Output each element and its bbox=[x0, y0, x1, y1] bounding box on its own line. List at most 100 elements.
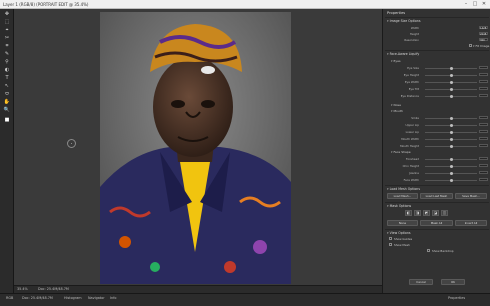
lasso-tool-icon[interactable]: ⌖ bbox=[3, 27, 11, 34]
slider-row[interactable]: Forehead bbox=[385, 157, 489, 161]
slider-row[interactable]: Eye Height bbox=[385, 73, 489, 77]
slider-knob[interactable] bbox=[449, 124, 453, 127]
width-row[interactable]: Width 1428 bbox=[385, 26, 489, 30]
slider-track[interactable] bbox=[425, 74, 477, 77]
mask-all-button[interactable]: Mask All bbox=[420, 220, 453, 226]
nose-group[interactable]: Nose bbox=[391, 103, 401, 107]
move-tool-icon[interactable]: ✥ bbox=[3, 11, 11, 18]
slider-row[interactable]: Upper Lip bbox=[385, 123, 489, 127]
close-button[interactable]: ✕ bbox=[480, 1, 488, 8]
slider-value-field[interactable] bbox=[479, 137, 488, 140]
minimize-button[interactable]: – bbox=[462, 1, 470, 8]
slider-row[interactable]: Mouth Height bbox=[385, 144, 489, 148]
slider-value-field[interactable] bbox=[479, 116, 488, 119]
document-canvas[interactable] bbox=[14, 9, 382, 285]
load-mesh-button[interactable]: Load Mesh... bbox=[387, 193, 418, 199]
mask-intersect-icon[interactable]: ◪ bbox=[432, 210, 439, 216]
slider-value-field[interactable] bbox=[479, 130, 488, 133]
slider-value-field[interactable] bbox=[479, 73, 488, 76]
section-load-mesh[interactable]: Load Mesh Options bbox=[387, 187, 420, 191]
height-row[interactable]: Height 2048 bbox=[385, 32, 489, 36]
slider-knob[interactable] bbox=[449, 138, 453, 141]
slider-value-field[interactable] bbox=[479, 66, 488, 69]
section-image-size[interactable]: Image Size Options bbox=[387, 19, 421, 23]
brush-tool-icon[interactable]: ✎ bbox=[3, 51, 11, 58]
slider-knob[interactable] bbox=[449, 158, 453, 161]
slider-knob[interactable] bbox=[449, 81, 453, 84]
slider-row[interactable]: Eye Tilt bbox=[385, 87, 489, 91]
status-navigator[interactable]: Navigator bbox=[88, 296, 105, 300]
slider-row[interactable]: Eye Distance bbox=[385, 94, 489, 98]
slider-value-field[interactable] bbox=[479, 178, 488, 181]
dodge-tool-icon[interactable]: ◐ bbox=[3, 67, 11, 74]
slider-track[interactable] bbox=[425, 179, 477, 182]
show-guides-checkbox[interactable] bbox=[389, 237, 392, 240]
color-swatch-icon[interactable]: ■ bbox=[3, 117, 11, 124]
type-tool-icon[interactable]: T bbox=[3, 75, 11, 82]
eyes-group[interactable]: Eyes bbox=[391, 59, 400, 63]
slider-track[interactable] bbox=[425, 81, 477, 84]
slider-row[interactable]: Chin Height bbox=[385, 164, 489, 168]
slider-knob[interactable] bbox=[449, 67, 453, 70]
mask-subtract-icon[interactable]: ◩ bbox=[423, 210, 430, 216]
mask-none-button[interactable]: None bbox=[387, 220, 418, 226]
slider-knob[interactable] bbox=[449, 117, 453, 120]
slider-knob[interactable] bbox=[449, 95, 453, 98]
slider-value-field[interactable] bbox=[479, 171, 488, 174]
status-histogram[interactable]: Histogram bbox=[64, 296, 82, 300]
status-properties[interactable]: Properties bbox=[448, 296, 465, 300]
cancel-button[interactable]: Cancel bbox=[409, 279, 433, 285]
slider-track[interactable] bbox=[425, 172, 477, 175]
mask-replace-icon[interactable]: ◧ bbox=[405, 210, 412, 216]
ok-button[interactable]: OK bbox=[441, 279, 465, 285]
slider-knob[interactable] bbox=[449, 131, 453, 134]
slider-track[interactable] bbox=[425, 138, 477, 141]
section-mask[interactable]: Mask Options bbox=[387, 204, 412, 208]
show-backdrop-checkbox[interactable] bbox=[427, 249, 430, 252]
status-info[interactable]: Info bbox=[110, 296, 116, 300]
slider-value-field[interactable] bbox=[479, 80, 488, 83]
slider-knob[interactable] bbox=[449, 165, 453, 168]
slider-track[interactable] bbox=[425, 124, 477, 127]
slider-knob[interactable] bbox=[449, 145, 453, 148]
maximize-button[interactable]: □ bbox=[471, 1, 479, 8]
slider-track[interactable] bbox=[425, 145, 477, 148]
slider-track[interactable] bbox=[425, 131, 477, 134]
mouth-group[interactable]: Mouth bbox=[391, 109, 402, 113]
slider-row[interactable]: Eye Size bbox=[385, 66, 489, 70]
path-select-tool-icon[interactable]: ↖ bbox=[3, 83, 11, 90]
mask-invert-icon[interactable]: ◫ bbox=[441, 210, 448, 216]
slider-row[interactable]: Mouth Width bbox=[385, 137, 489, 141]
slider-row[interactable]: Jawline bbox=[385, 171, 489, 175]
shape-tool-icon[interactable]: ⬭ bbox=[3, 91, 11, 98]
slider-value-field[interactable] bbox=[479, 144, 488, 147]
slice-tool-icon[interactable]: ⌗ bbox=[3, 43, 11, 50]
slider-knob[interactable] bbox=[449, 74, 453, 77]
zoom-readout[interactable]: 35.4% bbox=[17, 287, 28, 291]
load-last-mesh-button[interactable]: Load Last Mesh bbox=[420, 193, 453, 199]
slider-track[interactable] bbox=[425, 88, 477, 91]
resolution-row[interactable]: Resolution 300 bbox=[385, 38, 489, 42]
marquee-tool-icon[interactable]: ⬚ bbox=[3, 19, 11, 26]
slider-row[interactable]: Smile bbox=[385, 116, 489, 120]
show-mesh-checkbox[interactable] bbox=[389, 243, 392, 246]
mask-add-icon[interactable]: ◨ bbox=[414, 210, 421, 216]
face-shape-group[interactable]: Face Shape bbox=[391, 150, 410, 154]
slider-track[interactable] bbox=[425, 95, 477, 98]
fit-image-checkbox[interactable] bbox=[469, 44, 472, 47]
pin-target-icon[interactable] bbox=[67, 139, 76, 148]
zoom-tool-icon[interactable]: 🔍 bbox=[3, 107, 11, 114]
slider-track[interactable] bbox=[425, 158, 477, 161]
slider-track[interactable] bbox=[425, 165, 477, 168]
slider-row[interactable]: Eye Width bbox=[385, 80, 489, 84]
slider-row[interactable]: Face Width bbox=[385, 178, 489, 182]
slider-knob[interactable] bbox=[449, 179, 453, 182]
section-view[interactable]: View Options bbox=[387, 231, 411, 235]
slider-value-field[interactable] bbox=[479, 87, 488, 90]
slider-value-field[interactable] bbox=[479, 157, 488, 160]
stamp-tool-icon[interactable]: ⚲ bbox=[3, 59, 11, 66]
slider-value-field[interactable] bbox=[479, 94, 488, 97]
slider-track[interactable] bbox=[425, 67, 477, 70]
slider-value-field[interactable] bbox=[479, 123, 488, 126]
section-face-liquify[interactable]: Face-Aware Liquify bbox=[387, 52, 420, 56]
